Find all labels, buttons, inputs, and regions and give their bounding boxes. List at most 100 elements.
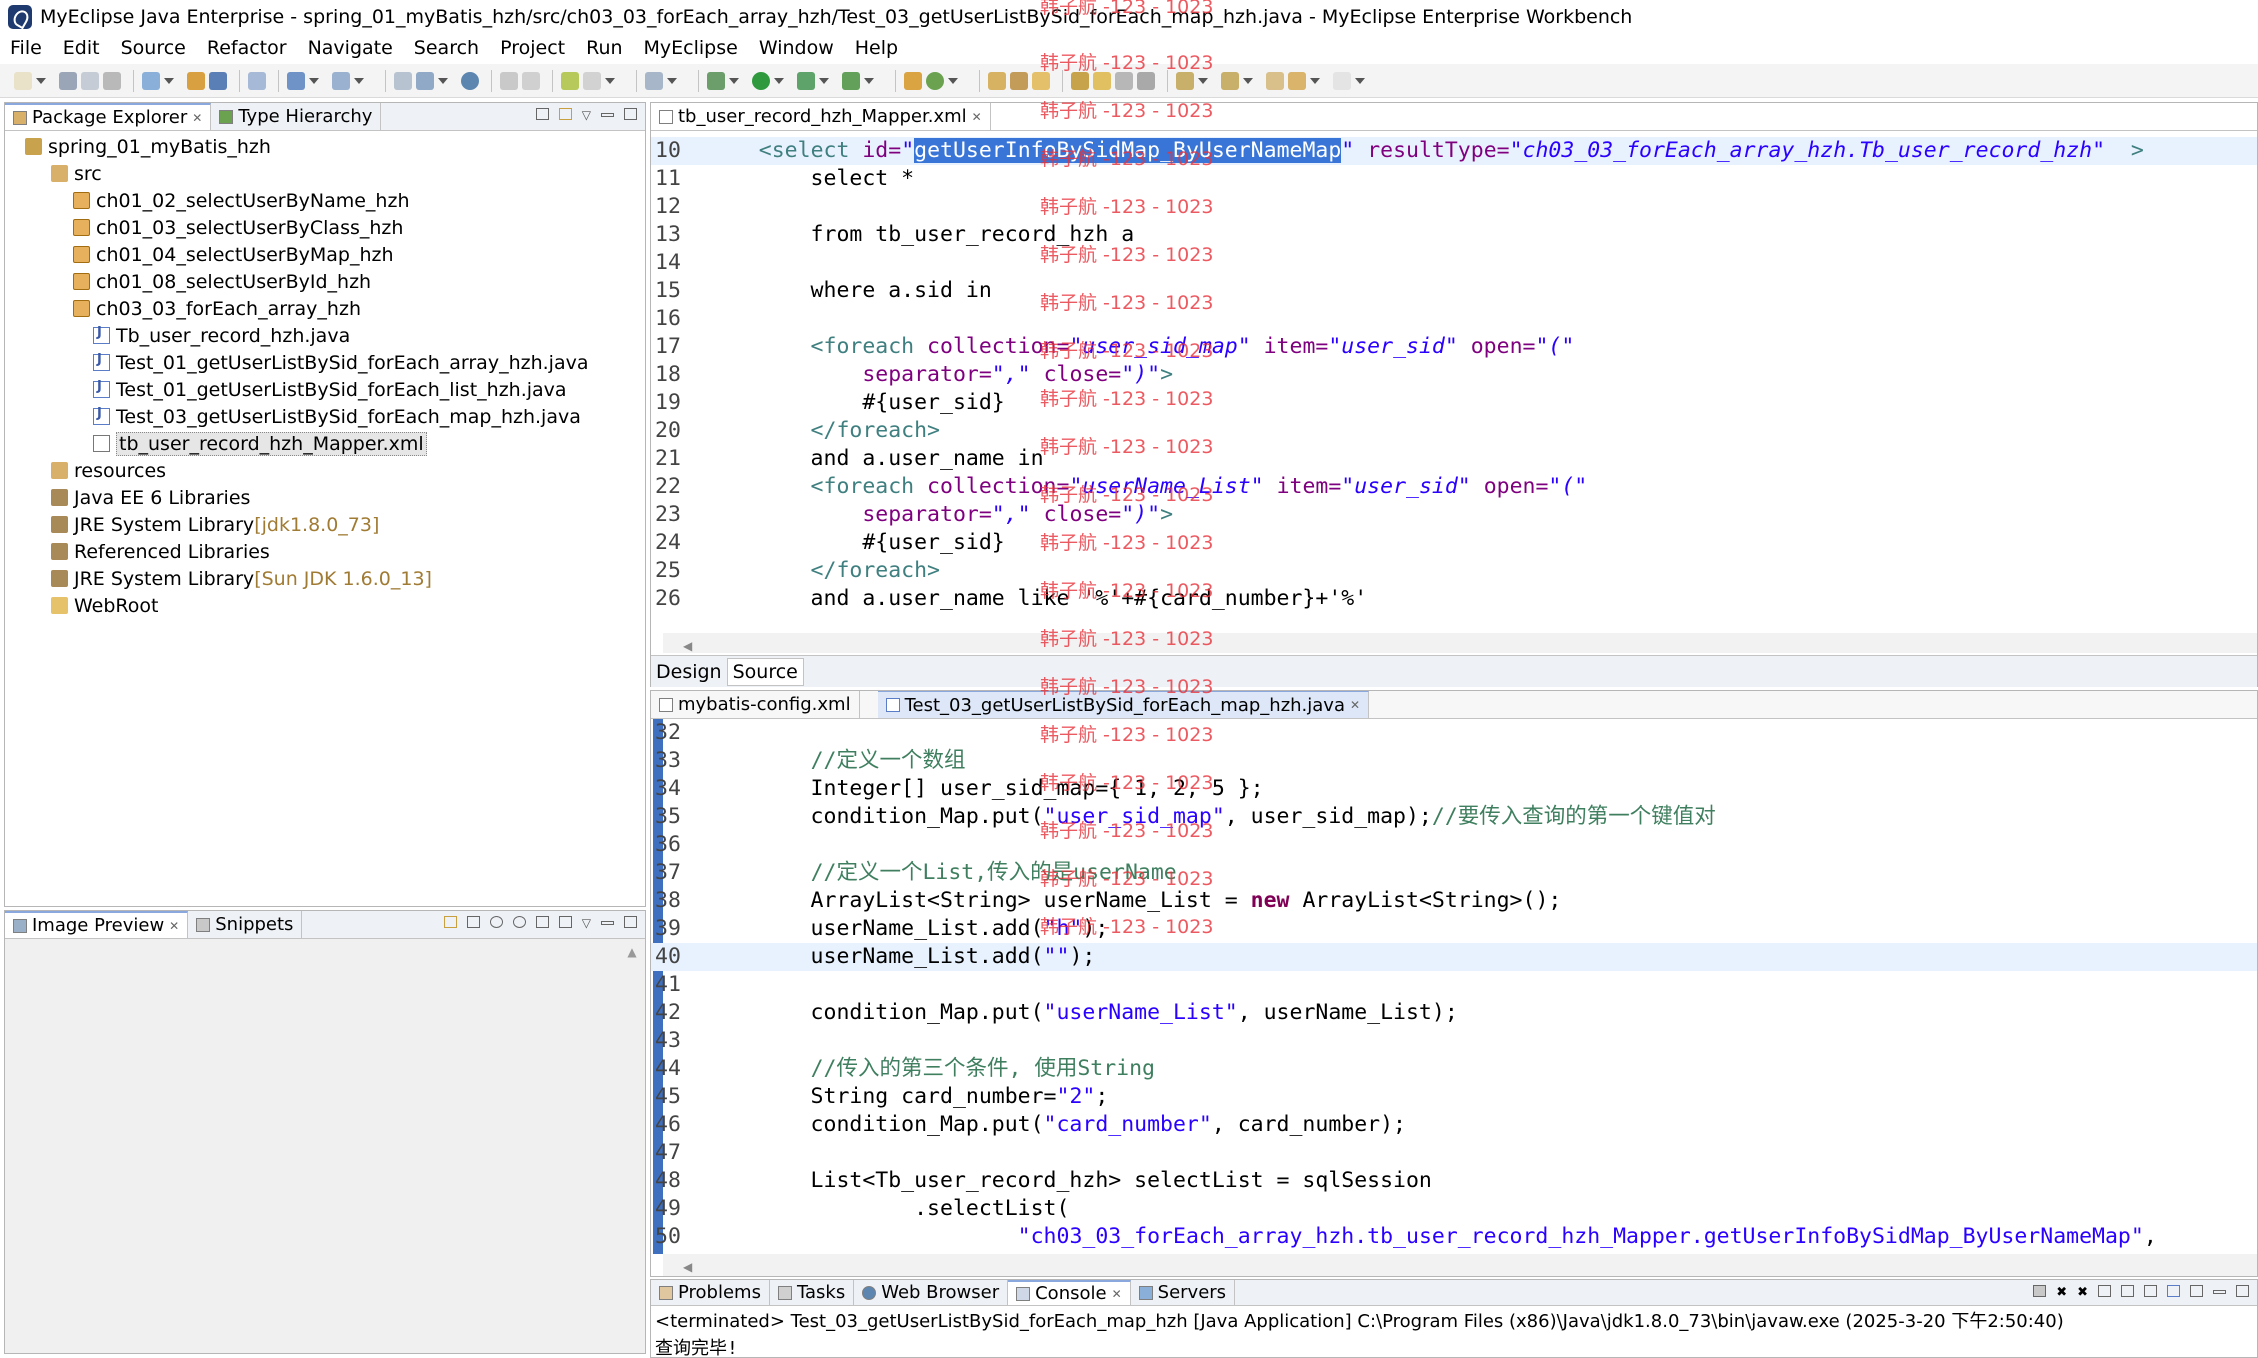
code-line[interactable]: 46 condition_Map.put("card_number", card… <box>651 1111 2257 1139</box>
code-line[interactable]: 24 #{user_sid} <box>651 529 2257 557</box>
code-line[interactable]: 14 <box>651 249 2257 277</box>
tree-item[interactable]: Java EE 6 Libraries <box>13 484 588 511</box>
rotate-icon[interactable] <box>558 916 572 928</box>
tree-item[interactable]: ch01_04_selectUserByMap_hzh <box>13 241 588 268</box>
team-icon[interactable] <box>394 71 412 90</box>
code-line[interactable]: 42 condition_Map.put("userName_List", us… <box>651 999 2257 1027</box>
run-icon[interactable] <box>752 71 770 90</box>
minimize-icon[interactable] <box>601 113 614 117</box>
scroll-left-icon[interactable]: ◀ <box>683 1260 692 1274</box>
dropdown-arrow-icon[interactable] <box>1310 77 1320 84</box>
code-line[interactable]: 22 <foreach collection="userName_List" i… <box>651 473 2257 501</box>
code-line[interactable]: 21 and a.user_name in <box>651 445 2257 473</box>
tree-item[interactable]: Test_01_getUserListBySid_forEach_list_hz… <box>13 376 588 403</box>
scroll-up-icon[interactable]: ▲ <box>625 945 639 959</box>
dropdown-arrow-icon[interactable] <box>774 77 784 84</box>
tab-snippets[interactable]: Snippets <box>188 911 303 938</box>
original-size-icon[interactable] <box>535 916 549 928</box>
new-class-icon[interactable] <box>561 71 579 90</box>
code-line[interactable]: 18 separator="," close=")"> <box>651 361 2257 389</box>
maximize-icon[interactable] <box>624 916 637 928</box>
remove-all-icon[interactable]: ✖ <box>2077 1285 2088 1300</box>
scroll-lock-icon[interactable] <box>2121 1285 2134 1297</box>
dropdown-arrow-icon[interactable] <box>864 77 874 84</box>
back-icon[interactable] <box>1288 71 1306 90</box>
code-line[interactable]: 43 <box>651 1027 2257 1055</box>
tab-servers[interactable]: Servers <box>1131 1280 1236 1305</box>
code-line[interactable]: 23 separator="," close=")"> <box>651 501 2257 529</box>
tab-package-explorer[interactable]: Package Explorer ✕ <box>5 103 212 130</box>
menu-run[interactable]: Run <box>586 37 622 59</box>
view-menu-icon[interactable]: ▽ <box>582 916 591 930</box>
code-line[interactable]: 38 ArrayList<String> userName_List = new… <box>651 887 2257 915</box>
code-line[interactable]: 37 //定义一个List,传入的是userName <box>651 859 2257 887</box>
tree-item[interactable]: ch01_08_selectUserById_hzh <box>13 268 588 295</box>
code-line[interactable]: 35 condition_Map.put("user_sid_map", use… <box>651 803 2257 831</box>
debug-icon[interactable] <box>707 71 725 90</box>
code-line[interactable]: 26 and a.user_name like '%'+#{card_numbe… <box>651 585 2257 613</box>
maximize-icon[interactable] <box>624 108 637 120</box>
link-editor-icon[interactable] <box>558 108 572 120</box>
tree-item[interactable]: ch01_02_selectUserByName_hzh <box>13 187 588 214</box>
horizontal-scrollbar[interactable]: ◀ <box>663 1254 2257 1276</box>
code-line[interactable]: 47 <box>651 1139 2257 1167</box>
code-line[interactable]: 25 </foreach> <box>651 557 2257 585</box>
task-icon[interactable] <box>522 71 540 90</box>
external-tools-icon[interactable] <box>842 71 860 90</box>
tab-design[interactable]: Design <box>651 661 727 683</box>
tab-type-hierarchy[interactable]: Type Hierarchy <box>211 103 382 130</box>
xml-code-area[interactable]: 10 <select id="getUserInfoBySidMap_ByUse… <box>651 131 2257 633</box>
ant-icon[interactable] <box>500 71 518 90</box>
menu-file[interactable]: File <box>10 37 42 59</box>
globe-icon[interactable] <box>461 71 479 90</box>
tab-web-browser[interactable]: Web Browser <box>854 1280 1009 1305</box>
horizontal-scrollbar[interactable]: ◀ <box>663 633 2257 653</box>
view-menu-icon[interactable]: ▽ <box>582 108 591 122</box>
dropdown-arrow-icon[interactable] <box>164 77 174 84</box>
new-package-icon[interactable] <box>904 71 922 90</box>
open-type-icon[interactable] <box>583 71 601 90</box>
menu-project[interactable]: Project <box>500 37 565 59</box>
collapse-all-icon[interactable] <box>535 108 549 120</box>
code-line[interactable]: 11 select * <box>651 165 2257 193</box>
close-icon[interactable]: ✕ <box>972 110 982 124</box>
database-icon[interactable] <box>248 71 266 90</box>
remove-launch-icon[interactable]: ✖ <box>2056 1285 2067 1300</box>
menu-edit[interactable]: Edit <box>63 37 100 59</box>
code-line[interactable]: 19 #{user_sid} <box>651 389 2257 417</box>
close-icon[interactable]: ✕ <box>192 111 202 125</box>
code-line[interactable]: 13 from tb_user_record_hzh a <box>651 221 2257 249</box>
scroll-left-icon[interactable]: ◀ <box>683 639 692 653</box>
code-line[interactable]: 20 </foreach> <box>651 417 2257 445</box>
tree-item[interactable]: ch01_03_selectUserByClass_hzh <box>13 214 588 241</box>
dropdown-arrow-icon[interactable] <box>1198 77 1208 84</box>
code-line[interactable]: 17 <foreach collection="user_sid_map" it… <box>651 333 2257 361</box>
menu-search[interactable]: Search <box>414 37 479 59</box>
code-line[interactable]: 39 userName_List.add("h"); <box>651 915 2257 943</box>
code-line[interactable]: 33 //定义一个数组 <box>651 747 2257 775</box>
tree-item[interactable]: WebRoot <box>13 592 588 619</box>
menu-myeclipse[interactable]: MyEclipse <box>644 37 738 59</box>
new-icon[interactable] <box>14 71 32 90</box>
dropdown-arrow-icon[interactable] <box>948 77 958 84</box>
dropdown-arrow-icon[interactable] <box>438 77 448 84</box>
previous-annotation-icon[interactable] <box>1221 71 1239 90</box>
mark-occurrences-icon[interactable] <box>1010 71 1028 90</box>
menu-window[interactable]: Window <box>759 37 834 59</box>
tab-image-preview[interactable]: Image Preview ✕ <box>5 911 189 938</box>
tree-item[interactable]: Referenced Libraries <box>13 538 588 565</box>
dropdown-arrow-icon[interactable] <box>354 77 364 84</box>
java-code-area[interactable]: 32 33 //定义一个数组 34 Integer[] user_sid_map={… <box>651 719 2257 1254</box>
save-all-icon[interactable] <box>81 71 99 90</box>
pin-console-icon[interactable] <box>2144 1285 2157 1297</box>
vertical-scrollbar[interactable]: ▲ <box>625 945 639 1349</box>
dropdown-arrow-icon[interactable] <box>36 77 46 84</box>
dropdown-arrow-icon[interactable] <box>729 77 739 84</box>
code-line[interactable]: 15 where a.sid in <box>651 277 2257 305</box>
minimize-icon[interactable] <box>601 921 614 925</box>
tab-console[interactable]: Console ✕ <box>1008 1280 1131 1305</box>
close-icon[interactable]: ✕ <box>169 919 179 933</box>
tree-item[interactable]: JRE System Library [Sun JDK 1.6.0_13] <box>13 565 588 592</box>
server-icon[interactable] <box>209 71 227 90</box>
code-line[interactable]: 32 <box>651 719 2257 747</box>
